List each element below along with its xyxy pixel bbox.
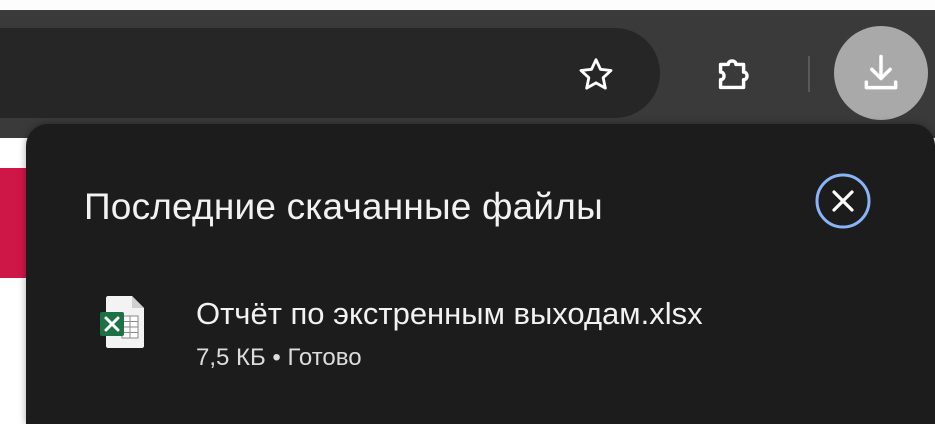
download-file-name: Отчёт по экстренным выходам.xlsx xyxy=(196,296,703,331)
excel-file-icon xyxy=(100,296,144,348)
download-file-status: 7,5 КБ • Готово xyxy=(196,344,362,371)
toolbar-divider xyxy=(808,56,810,92)
download-icon xyxy=(864,54,898,90)
download-item[interactable]: Отчёт по экстренным выходам.xlsx 7,5 КБ … xyxy=(60,280,920,390)
window-top-strip xyxy=(0,0,935,10)
downloads-panel-title: Последние скачанные файлы xyxy=(84,186,603,227)
favorite-button[interactable] xyxy=(570,50,622,100)
puzzle-piece-icon xyxy=(718,59,749,90)
address-bar[interactable] xyxy=(0,28,660,118)
star-outline-icon xyxy=(579,58,613,90)
downloads-button[interactable] xyxy=(834,26,928,120)
close-panel-button[interactable] xyxy=(812,170,874,232)
close-circle-icon xyxy=(815,173,871,229)
extensions-button[interactable] xyxy=(706,46,762,102)
